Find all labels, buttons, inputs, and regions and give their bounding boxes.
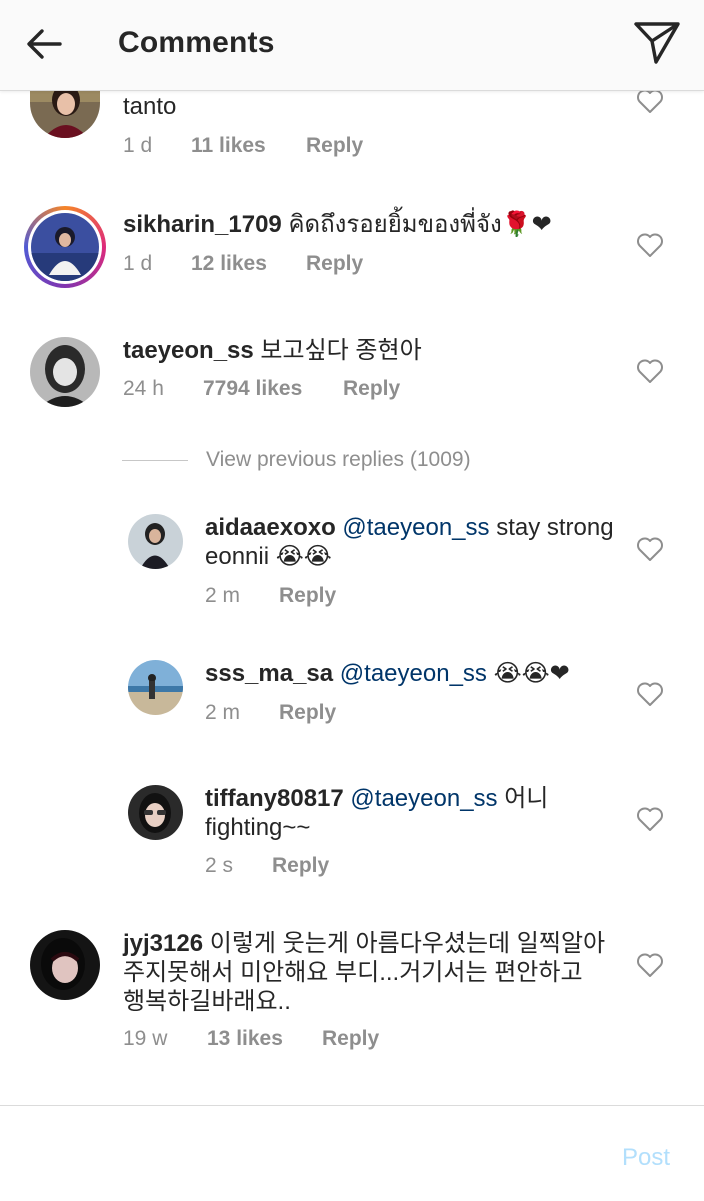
reply-username[interactable]: sss_ma_sa — [205, 660, 333, 687]
reply-button[interactable]: Reply — [322, 1027, 379, 1051]
comment-time: 24 h — [123, 377, 164, 400]
reply-button[interactable]: Reply — [279, 701, 336, 725]
arrow-left-icon[interactable] — [24, 24, 64, 64]
comment-time: 1 d — [123, 134, 153, 157]
comment-username[interactable]: sikharin_1709 — [123, 211, 282, 238]
likes-count[interactable]: 13 likes — [207, 1027, 322, 1051]
divider — [122, 460, 188, 461]
avatar[interactable] — [30, 930, 100, 1000]
comment-time: 1 d — [123, 252, 153, 275]
paper-plane-icon[interactable] — [630, 18, 684, 68]
reply-button[interactable]: Reply — [343, 377, 400, 401]
page-title: Comments — [118, 26, 275, 59]
mention-link[interactable]: @taeyeon_ss — [333, 660, 487, 687]
post-button[interactable]: Post — [622, 1144, 670, 1172]
comment-text: คิดถึงรอยยิ้มของพี่จัง🌹❤ — [281, 211, 552, 238]
heart-icon[interactable] — [636, 806, 664, 832]
reply-username[interactable]: aidaaexoxo — [205, 514, 336, 541]
comment-username[interactable]: jyj3126 — [123, 930, 203, 957]
top-bar: Comments — [0, 0, 704, 91]
avatar[interactable] — [30, 337, 100, 407]
mention-link[interactable]: @taeyeon_ss — [336, 514, 489, 541]
comment-time: 19 w — [123, 1027, 168, 1050]
reply-button[interactable]: Reply — [306, 252, 363, 276]
likes-count[interactable]: 11 likes — [191, 134, 306, 158]
avatar[interactable] — [128, 514, 183, 569]
heart-icon[interactable] — [636, 952, 664, 978]
reply-time: 2 m — [205, 701, 241, 724]
heart-icon[interactable] — [636, 88, 664, 114]
heart-icon[interactable] — [636, 536, 664, 562]
avatar[interactable] — [128, 785, 183, 840]
comment-composer[interactable]: Post — [0, 1105, 704, 1201]
heart-icon[interactable] — [636, 681, 664, 707]
view-previous-replies-label[interactable]: View previous replies (1009) — [206, 448, 471, 472]
story-ring[interactable] — [24, 206, 106, 288]
reply-username[interactable]: tiffany80817 — [205, 785, 344, 812]
comment-username[interactable]: taeyeon_ss — [123, 337, 254, 364]
comment-text: tanto — [123, 93, 177, 120]
avatar[interactable] — [128, 660, 183, 715]
reply-time: 2 s — [205, 854, 234, 877]
mention-link[interactable]: @taeyeon_ss — [344, 785, 497, 812]
avatar[interactable] — [31, 213, 99, 281]
reply-button[interactable]: Reply — [306, 134, 363, 158]
heart-icon[interactable] — [636, 232, 664, 258]
likes-count[interactable]: 7794 likes — [203, 377, 343, 401]
likes-count[interactable]: 12 likes — [191, 252, 306, 276]
comment-text: 보고싶다 종현아 — [253, 337, 422, 364]
heart-icon[interactable] — [636, 358, 664, 384]
reply-button[interactable]: Reply — [279, 584, 336, 608]
reply-text: 😭😭❤ — [486, 660, 570, 687]
reply-time: 2 m — [205, 584, 241, 607]
reply-button[interactable]: Reply — [272, 854, 329, 878]
